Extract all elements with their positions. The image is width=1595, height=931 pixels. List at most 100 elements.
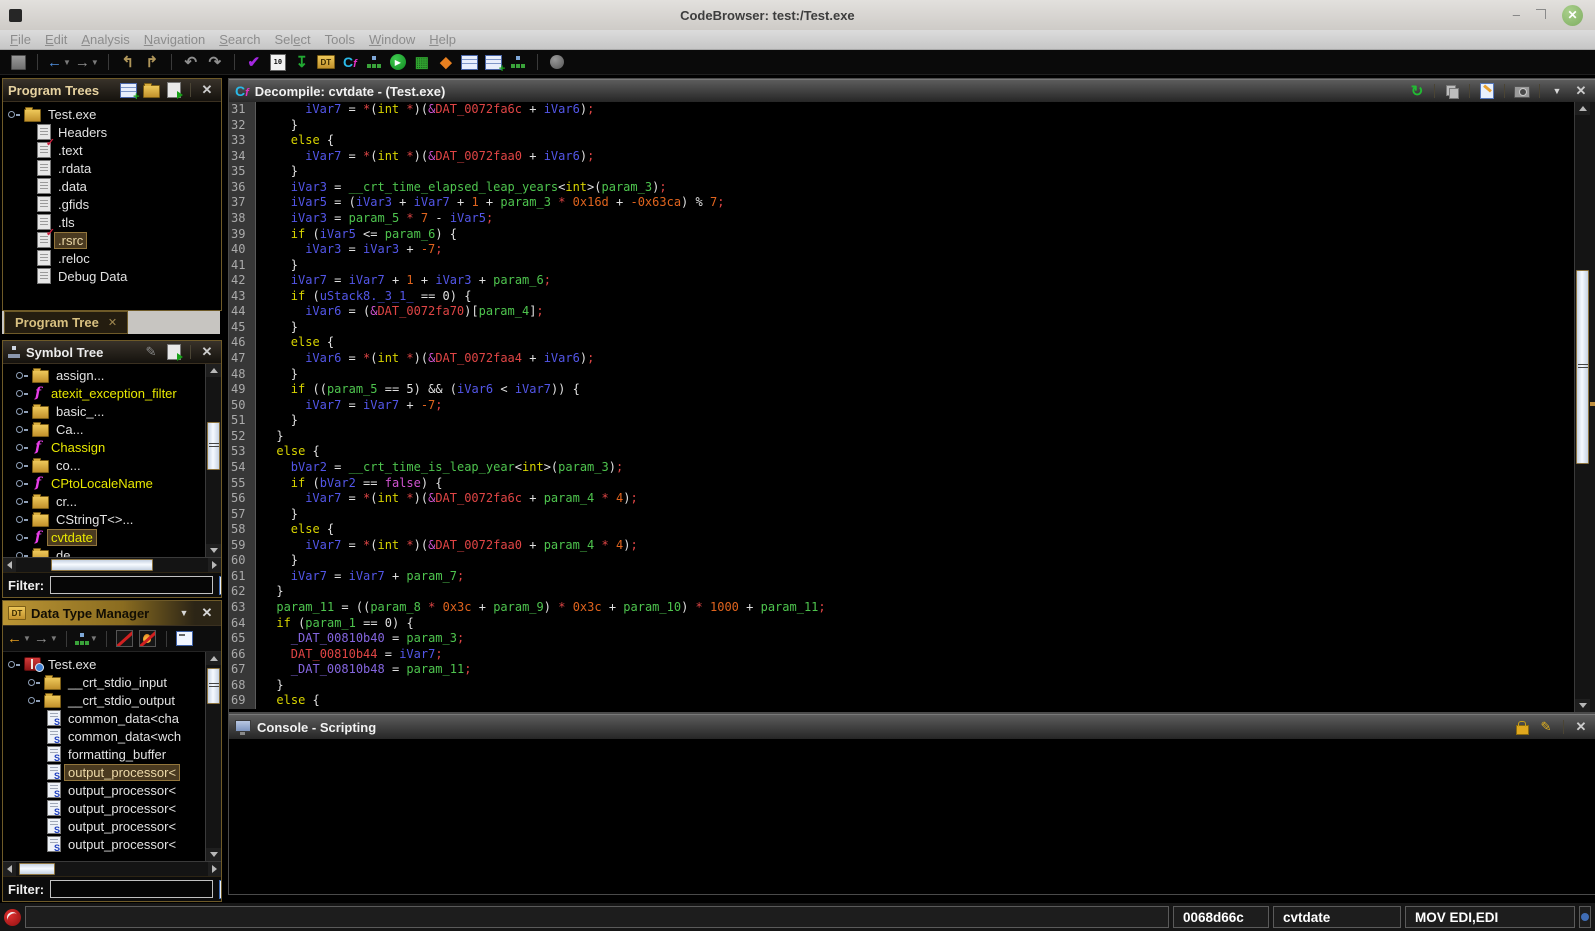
- code-line-44[interactable]: 44 iVar6 = (&DAT_0072fa70)[param_4];: [229, 304, 1574, 320]
- code-line-47[interactable]: 47 iVar6 = *(int *)(&DAT_0072faa4 + iVar6…: [229, 351, 1574, 367]
- dtm-row--crt-stdio-input[interactable]: __crt_stdio_input: [3, 673, 205, 691]
- code-line-52[interactable]: 52}: [229, 428, 1574, 445]
- close-button[interactable]: ✕: [1562, 4, 1583, 26]
- dtm-row-output-processor-[interactable]: output_processor<: [3, 835, 205, 853]
- tree-row-debug-data[interactable]: Debug Data: [3, 267, 221, 285]
- panel-menu-caret-icon[interactable]: ▼: [1548, 82, 1566, 100]
- dtm-row-common-data-cha[interactable]: common_data<cha: [3, 709, 205, 727]
- code-line-39[interactable]: 39 if (iVar5 <= param_6) {: [229, 226, 1574, 243]
- dtm-row-output-processor-[interactable]: output_processor<: [3, 817, 205, 835]
- code-line-48[interactable]: 48}: [229, 366, 1574, 383]
- collapse-all-icon[interactable]: [175, 629, 195, 649]
- menu-select[interactable]: Select: [270, 32, 320, 47]
- snapshot-icon[interactable]: [1513, 82, 1531, 100]
- tab-close-icon[interactable]: ✕: [108, 316, 117, 329]
- code-line-69[interactable]: 69 else {: [229, 693, 1574, 709]
- code-line-66[interactable]: 66 DAT_00810b44 = iVar7;: [229, 646, 1574, 663]
- datatype-archive-icon[interactable]: DT: [316, 52, 336, 72]
- code-line-68[interactable]: 68}: [229, 677, 1574, 694]
- close-panel-icon[interactable]: ✕: [198, 604, 216, 622]
- symbol-row-co-[interactable]: co...: [15, 456, 205, 474]
- menu-tools[interactable]: Tools: [321, 32, 365, 47]
- symbol-row-cptolocalename[interactable]: f CPtoLocaleName: [15, 474, 205, 492]
- tree-row--rdata[interactable]: .rdata: [3, 159, 221, 177]
- export-icon[interactable]: [165, 343, 183, 361]
- code-line-53[interactable]: 53 else {: [229, 444, 1574, 460]
- symbol-row-cstringt-[interactable]: CStringT<>...: [15, 510, 205, 528]
- dtm-vscrollbar[interactable]: [205, 652, 221, 861]
- tree-row--rsrc[interactable]: .rsrc: [3, 226, 221, 249]
- menu-search[interactable]: Search: [215, 32, 270, 47]
- menu-navigation[interactable]: Navigation: [140, 32, 215, 47]
- dtm-hscrollbar[interactable]: [3, 861, 221, 876]
- code-line-31[interactable]: 31 iVar7 = *(int *)(&DAT_0072fa6c + iVar6…: [229, 102, 1574, 118]
- menu-window[interactable]: Window: [365, 32, 425, 47]
- dtm-menu-caret-icon[interactable]: ▼: [175, 604, 193, 622]
- code-line-32[interactable]: 32}: [229, 117, 1574, 134]
- decompile-code[interactable]: 31 iVar7 = *(int *)(&DAT_0072fa6c + iVar6…: [229, 102, 1574, 712]
- code-line-54[interactable]: 54 bVar2 = __crt_time_is_leap_year<int>(p…: [229, 459, 1574, 476]
- code-line-38[interactable]: 38 iVar3 = param_5 * 7 - iVar5;: [229, 210, 1574, 227]
- validate-icon[interactable]: ✔: [244, 52, 264, 72]
- scroll-thumb[interactable]: [207, 422, 220, 470]
- close-panel-icon[interactable]: ✕: [198, 81, 216, 99]
- code-line-55[interactable]: 55 if (bVar2 == false) {: [229, 475, 1574, 492]
- symbol-row-chassign[interactable]: f Chassign: [15, 438, 205, 456]
- tree-row--data[interactable]: .data: [3, 177, 221, 195]
- code-line-33[interactable]: 33 else {: [229, 133, 1574, 149]
- import-icon[interactable]: ↧: [292, 52, 312, 72]
- filter-options-icon[interactable]: [219, 879, 221, 899]
- symbol-row-cr-[interactable]: cr...: [15, 492, 205, 510]
- dtm-row-common-data-wch[interactable]: common_data<wch: [3, 727, 205, 745]
- code-line-67[interactable]: 67 _DAT_00810b48 = param_11;: [229, 662, 1574, 678]
- open-folder-icon[interactable]: [142, 81, 160, 99]
- menu-edit[interactable]: Edit: [41, 32, 77, 47]
- patch-icon[interactable]: 10: [268, 52, 288, 72]
- menu-file[interactable]: File: [6, 32, 41, 47]
- code-line-36[interactable]: 36 iVar3 = __crt_time_elapsed_leap_years<…: [229, 179, 1574, 196]
- code-line-56[interactable]: 56 iVar7 = *(int *)(&DAT_0072fa6c + param…: [229, 491, 1574, 507]
- scroll-thumb[interactable]: [19, 863, 55, 875]
- code-line-58[interactable]: 58 else {: [229, 522, 1574, 538]
- memory-out-icon[interactable]: ↰: [118, 52, 138, 72]
- tree-row--tls[interactable]: .tls: [3, 213, 221, 231]
- dtm-row-formatting-buffer[interactable]: formatting_buffer: [3, 745, 205, 763]
- code-line-37[interactable]: 37 iVar5 = (iVar3 + iVar7 + 1 + param_3 *…: [229, 195, 1574, 211]
- clang-icon[interactable]: Cf: [340, 52, 360, 72]
- edit-function-icon[interactable]: [1478, 82, 1496, 100]
- symbol-row-atexit-exception-filter[interactable]: f atexit_exception_filter: [15, 384, 205, 402]
- undo-icon[interactable]: ↶: [181, 52, 201, 72]
- symbol-row-de-[interactable]: de...: [15, 546, 205, 557]
- code-line-50[interactable]: 50 iVar7 = iVar7 + -7;: [229, 397, 1574, 414]
- code-line-59[interactable]: 59 iVar7 = *(int *)(&DAT_0072faa0 + param…: [229, 537, 1574, 554]
- dtm-row-output-processor-[interactable]: output_processor<: [3, 781, 205, 799]
- hierarchy-icon[interactable]: [508, 52, 528, 72]
- clear-console-icon[interactable]: ✎: [1537, 718, 1555, 736]
- code-line-49[interactable]: 49 if ((param_5 == 5) && (iVar6 < iVar7))…: [229, 382, 1574, 398]
- code-line-51[interactable]: 51}: [229, 413, 1574, 429]
- code-line-57[interactable]: 57}: [229, 506, 1574, 523]
- back-icon[interactable]: ← ▼: [47, 52, 71, 72]
- filter-pointers-icon[interactable]: [138, 629, 158, 649]
- dtm-tree-options-icon[interactable]: ▼: [74, 629, 98, 649]
- code-line-62[interactable]: 62}: [229, 584, 1574, 600]
- symbol-row-assign-[interactable]: assign...: [15, 366, 205, 384]
- dtm-forward-icon[interactable]: → ▼: [34, 629, 58, 649]
- tree-row--text[interactable]: .text: [3, 136, 221, 159]
- memory-in-icon[interactable]: ↱: [142, 52, 162, 72]
- decompile-vscrollbar[interactable]: [1574, 102, 1590, 712]
- audio-icon[interactable]: [547, 52, 567, 72]
- tree-row--gfids[interactable]: .gfids: [3, 195, 221, 213]
- symbol-row-cvtdate[interactable]: f cvtdate: [15, 528, 205, 546]
- dtm-row-root[interactable]: Test.exe: [3, 655, 205, 673]
- code-line-42[interactable]: 42 iVar7 = iVar7 + 1 + iVar3 + param_6;: [229, 273, 1574, 289]
- filter-arrays-icon[interactable]: [115, 629, 135, 649]
- code-line-64[interactable]: 64 if (param_1 == 0) {: [229, 615, 1574, 632]
- tree-row-headers[interactable]: Headers: [3, 123, 221, 141]
- memory-map-icon[interactable]: ▦: [412, 52, 432, 72]
- tab-program-tree[interactable]: Program Tree ✕: [4, 311, 129, 334]
- code-line-34[interactable]: 34 iVar7 = *(int *)(&DAT_0072faa0 + iVar6…: [229, 148, 1574, 165]
- symbol-tree-hscrollbar[interactable]: [3, 557, 221, 572]
- dtm-row--crt-stdio-output[interactable]: __crt_stdio_output: [3, 691, 205, 709]
- tree-row-root[interactable]: Test.exe: [3, 105, 221, 123]
